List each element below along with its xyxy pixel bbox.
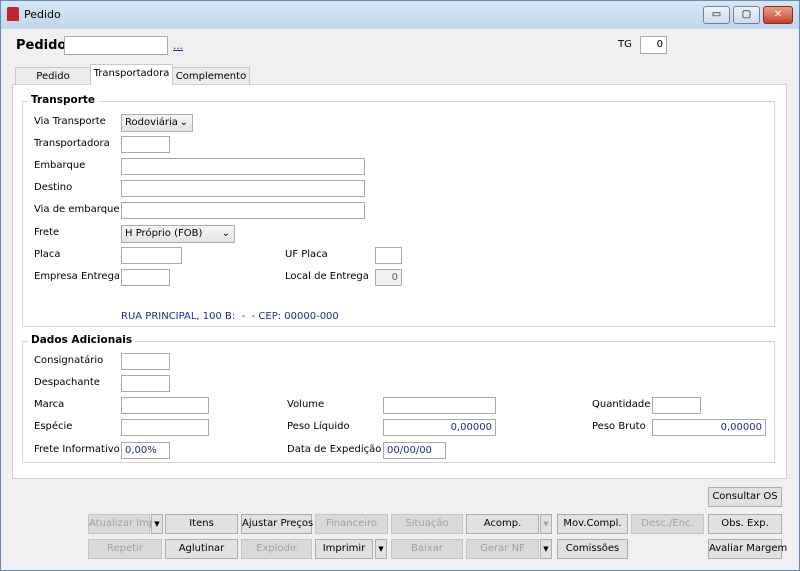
especie-label: Espécie: [34, 421, 73, 432]
chevron-down-icon: ⌄: [221, 228, 230, 239]
title-bar: Pedido ▭ ▢ ✕: [1, 1, 799, 29]
address-text: RUA PRINCIPAL, 100 B: - - CEP: 00000-000: [121, 311, 339, 322]
frete-label: Frete: [34, 227, 60, 238]
tab-complemento[interactable]: Complemento: [172, 67, 250, 85]
pedido-input[interactable]: [64, 36, 168, 55]
avaliar-margem-button[interactable]: Avaliar Margem: [708, 539, 787, 559]
peso-bruto-input[interactable]: 0,00000: [652, 419, 766, 436]
dados-adicionais-title: Dados Adicionais: [28, 334, 136, 346]
tab-transportadora[interactable]: Transportadora: [90, 64, 173, 85]
financeiro-button[interactable]: Financeiro: [315, 514, 388, 534]
via-transporte-select[interactable]: Rodoviária ⌄: [121, 114, 193, 132]
transportadora-label: Transportadora: [34, 138, 110, 149]
explodir-button[interactable]: Explodir: [241, 539, 312, 559]
tg-input[interactable]: 0: [640, 36, 667, 54]
peso-bruto-label: Peso Bruto: [592, 421, 646, 432]
destino-input[interactable]: [121, 180, 365, 197]
volume-input[interactable]: [383, 397, 496, 414]
empresa-entrega-label: Empresa Entrega: [34, 271, 121, 282]
embarque-label: Embarque: [34, 160, 86, 171]
peso-liquido-label: Peso Líquido: [287, 421, 350, 432]
chevron-down-icon: ⌄: [179, 117, 188, 128]
embarque-input[interactable]: [121, 158, 365, 175]
placa-label: Placa: [34, 249, 61, 260]
local-entrega-label: Local de Entrega: [285, 271, 369, 282]
atualizar-imp-dropdown[interactable]: ▼: [151, 514, 163, 534]
close-button[interactable]: ✕: [763, 6, 793, 24]
via-embarque-label: Via de embarque: [34, 204, 120, 215]
baixar-button[interactable]: Baixar: [391, 539, 463, 559]
quantidade-input[interactable]: [652, 397, 701, 414]
obs-exp-button[interactable]: Obs. Exp.: [708, 514, 782, 534]
gerar-nf-dropdown[interactable]: ▼: [540, 539, 552, 559]
pedido-lookup-button[interactable]: ...: [173, 40, 183, 52]
minimize-button[interactable]: ▭: [703, 6, 730, 24]
via-transporte-label: Via Transporte: [34, 116, 106, 127]
mov-compl-button[interactable]: Mov.Compl.: [557, 514, 628, 534]
itens-button[interactable]: Itens: [165, 514, 238, 534]
uf-placa-input[interactable]: [375, 247, 402, 264]
app-icon: [7, 7, 19, 21]
tg-label: TG: [618, 39, 632, 50]
tab-pedido[interactable]: Pedido: [15, 67, 91, 85]
consultar-os-button[interactable]: Consultar OS: [708, 487, 782, 507]
volume-label: Volume: [287, 399, 325, 410]
peso-liquido-input[interactable]: 0,00000: [383, 419, 496, 436]
local-entrega-input: 0: [375, 269, 402, 286]
repetir-button[interactable]: Repetir: [88, 539, 162, 559]
window-title: Pedido: [24, 8, 61, 21]
comissoes-button[interactable]: Comissões: [557, 539, 628, 559]
uf-placa-label: UF Placa: [285, 249, 328, 260]
placa-input[interactable]: [121, 247, 182, 264]
quantidade-label: Quantidade: [592, 399, 651, 410]
acomp-button[interactable]: Acomp.: [466, 514, 539, 534]
destino-label: Destino: [34, 182, 73, 193]
marca-input[interactable]: [121, 397, 209, 414]
frete-informativo-label: Frete Informativo: [34, 444, 120, 455]
via-embarque-input[interactable]: [121, 202, 365, 219]
despachante-label: Despachante: [34, 377, 100, 388]
frete-informativo-input[interactable]: 0,00%: [121, 442, 170, 459]
frete-value: H Próprio (FOB): [125, 228, 203, 239]
consignatario-input[interactable]: [121, 353, 170, 370]
imprimir-dropdown[interactable]: ▼: [375, 539, 387, 559]
via-transporte-value: Rodoviária: [125, 117, 178, 128]
especie-input[interactable]: [121, 419, 209, 436]
frete-select[interactable]: H Próprio (FOB) ⌄: [121, 225, 235, 243]
marca-label: Marca: [34, 399, 65, 410]
despachante-input[interactable]: [121, 375, 170, 392]
transportadora-input[interactable]: [121, 136, 170, 153]
data-expedicao-label: Data de Expedição: [287, 444, 382, 455]
transporte-title: Transporte: [28, 94, 99, 106]
data-expedicao-input[interactable]: 00/00/00: [383, 442, 446, 459]
atualizar-imp-button[interactable]: Atualizar Imp: [88, 514, 155, 534]
empresa-entrega-input[interactable]: [121, 269, 170, 286]
acomp-dropdown[interactable]: ▼: [540, 514, 552, 534]
ajustar-precos-button[interactable]: Ajustar Preços: [241, 514, 313, 534]
situacao-button[interactable]: Situação: [391, 514, 463, 534]
pedido-label: Pedido: [16, 38, 67, 53]
imprimir-button[interactable]: Imprimir: [315, 539, 373, 559]
aglutinar-button[interactable]: Aglutinar: [165, 539, 238, 559]
gerar-nf-button[interactable]: Gerar NF: [466, 539, 539, 559]
maximize-button[interactable]: ▢: [733, 6, 760, 24]
consignatario-label: Consignatário: [34, 355, 104, 366]
desc-enc-button[interactable]: Desc./Enc.: [631, 514, 704, 534]
